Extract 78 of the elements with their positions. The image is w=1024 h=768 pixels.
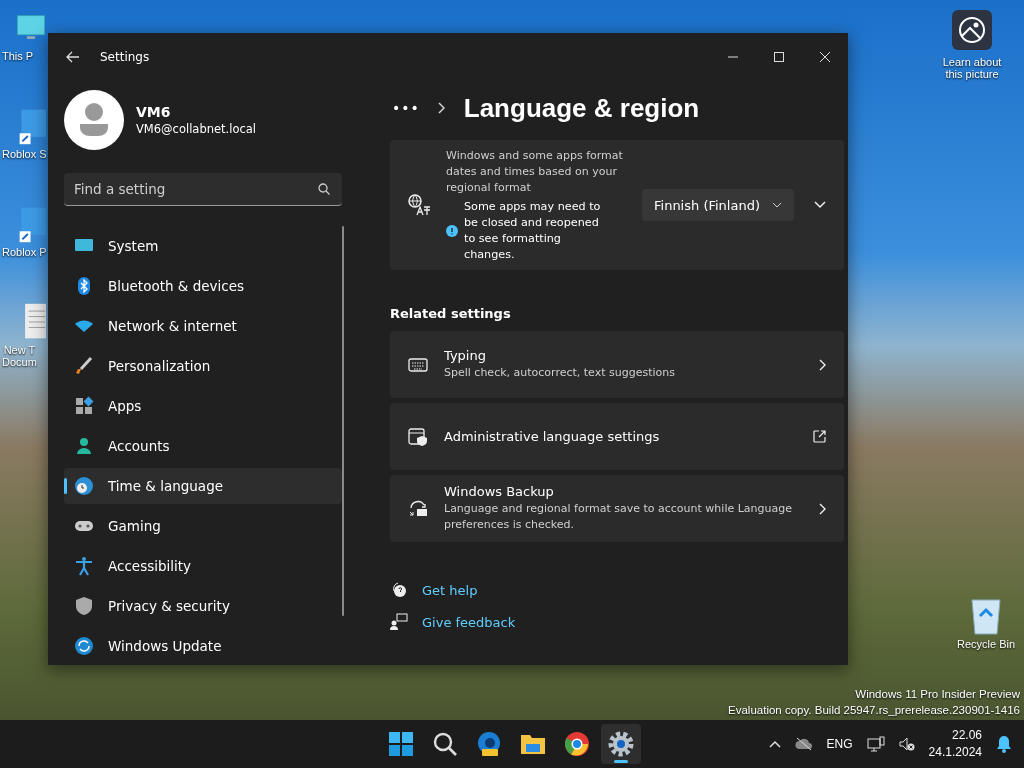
help-chat-icon (390, 581, 408, 599)
avatar-icon (64, 90, 124, 150)
shield-icon (74, 596, 94, 616)
regional-format-dropdown[interactable]: Finnish (Finland) (642, 189, 794, 221)
window-title: Settings (100, 50, 150, 64)
card-title: Administrative language settings (444, 429, 661, 444)
nav-item[interactable]: System (64, 228, 342, 264)
nav-item[interactable]: Time & language (64, 468, 342, 504)
nav-item[interactable]: Apps (64, 388, 342, 424)
keyboard-icon (408, 355, 428, 374)
sync-icon (74, 636, 94, 656)
nav-item[interactable]: Privacy & security (64, 588, 342, 624)
spotlight-label[interactable]: Learn about this picture (937, 56, 1007, 80)
cloud-off-icon[interactable] (794, 737, 813, 751)
brush-icon (74, 356, 94, 376)
back-arrow-icon[interactable] (66, 51, 80, 63)
nav-item[interactable]: Accessibility (64, 548, 342, 584)
chevron-right-icon (437, 102, 446, 114)
chevron-right-icon (819, 502, 826, 515)
section-heading: Related settings (390, 306, 512, 321)
settings-link-card[interactable]: Typing Spell check, autocorrect, text suggestions (390, 331, 844, 398)
windows-logo-icon (388, 731, 414, 757)
help-link[interactable]: Get help (422, 582, 478, 598)
accessibility-icon (74, 556, 94, 576)
chevron-down-icon (772, 202, 782, 208)
backup-sync-icon (408, 499, 428, 518)
desktop-icon-label[interactable]: Recycle Bin (956, 638, 1016, 650)
chevron-right-icon (819, 358, 826, 371)
card-subtitle: Language and regional format save to account while Language preferences is checked. (444, 501, 793, 533)
card-subtitle: Spell check, autocorrect, text suggestions (444, 365, 676, 381)
desktop-icon-label[interactable]: This P (2, 50, 34, 62)
chevron-up-icon[interactable] (768, 740, 781, 748)
person-icon (74, 436, 94, 456)
card-title: Typing (444, 348, 487, 363)
language-indicator[interactable]: ENG (826, 737, 853, 751)
nav-item[interactable]: Personalization (64, 348, 342, 384)
info-note: Some apps may need to be closed and reopened to see formatting changes. (464, 198, 602, 263)
nav-item[interactable]: Gaming (64, 508, 342, 544)
nav-item[interactable]: Network & internet (64, 308, 342, 344)
user-email: VM6@collabnet.local (136, 122, 257, 136)
watermark-text: Windows 11 Pro Insider Preview (855, 687, 1020, 702)
network-icon[interactable] (866, 736, 885, 752)
watermark-text: Evaluation copy. Build 25947.rs_prerelease.230901-1416 (728, 703, 1020, 718)
breadcrumb-more-button[interactable]: ••• (392, 100, 420, 116)
card-title: Windows Backup (444, 484, 555, 499)
recycle-bin-icon[interactable] (968, 596, 1004, 636)
page-title: Language & region (463, 92, 700, 124)
apps-icon (74, 396, 94, 416)
settings-link-card[interactable]: Windows Backup Language and regional format save to account while Language preferences is checked. (390, 475, 844, 542)
chrome-icon (564, 731, 590, 757)
window-shield-icon (408, 427, 428, 446)
user-name: VM6 (136, 104, 172, 120)
browser-icon (476, 731, 502, 757)
clock-date[interactable]: 24.1.2024 (928, 744, 982, 761)
nav-item[interactable]: Windows Update (64, 628, 342, 664)
maximize-icon[interactable] (774, 52, 784, 62)
help-link[interactable]: Give feedback (422, 614, 516, 630)
external-link-icon (813, 430, 826, 443)
clock-globe-icon (74, 476, 94, 496)
close-icon[interactable] (820, 52, 830, 62)
feedback-icon (390, 613, 408, 631)
language-icon (408, 194, 430, 216)
clock-time[interactable]: 22.06 (951, 727, 982, 744)
search-field[interactable]: Find a setting (64, 173, 342, 206)
desktop-icon-label[interactable]: Roblox S (2, 148, 47, 160)
format-description: Windows and some apps format dates and times based on your regional format (446, 147, 624, 196)
taskbar-button[interactable] (601, 724, 641, 764)
nav-item[interactable]: Bluetooth & devices (64, 268, 342, 304)
expand-chevron-icon[interactable] (814, 201, 826, 209)
scrollbar[interactable] (342, 226, 344, 616)
settings-link-card[interactable]: Administrative language settings (390, 403, 844, 470)
search-icon (432, 731, 458, 757)
nav-item[interactable]: Accounts (64, 428, 342, 464)
speaker-muted-icon[interactable] (898, 736, 915, 752)
settings-icon (608, 731, 634, 757)
info-icon (446, 224, 458, 237)
search-icon (318, 183, 330, 195)
bell-icon[interactable] (996, 735, 1012, 753)
